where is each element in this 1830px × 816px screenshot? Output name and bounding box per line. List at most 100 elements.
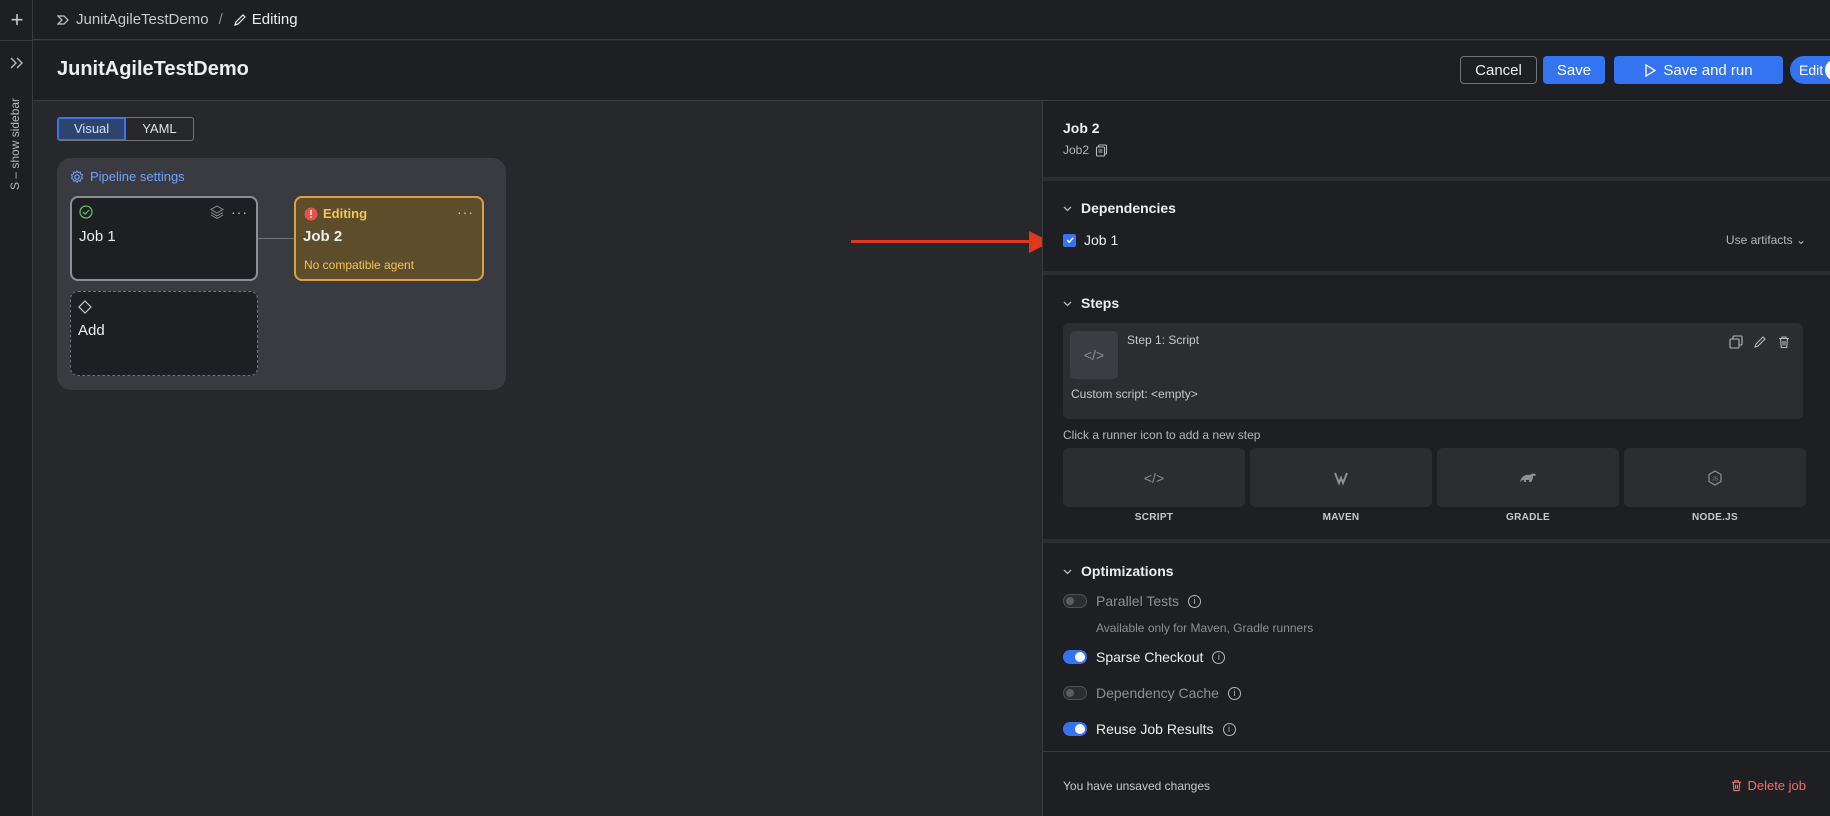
option-parallel-tests: Parallel Tests i — [1063, 593, 1202, 609]
pipeline-settings-label: Pipeline settings — [90, 169, 185, 184]
section-divider — [1043, 539, 1830, 543]
gradle-icon — [1437, 448, 1619, 507]
annotation-arrow-line — [851, 240, 1031, 243]
breadcrumb-project[interactable]: JunitAgileTestDemo — [57, 11, 209, 28]
view-tabs: Visual YAML — [57, 117, 194, 141]
edit-toggle[interactable]: Edit — [1790, 56, 1830, 84]
dependency-label: Job 1 — [1084, 232, 1119, 248]
step-title: Step 1: Script — [1127, 333, 1200, 347]
page-title: JunitAgileTestDemo — [57, 58, 249, 80]
duplicate-icon[interactable] — [1729, 335, 1743, 349]
tab-visual[interactable]: Visual — [58, 118, 127, 140]
breadcrumb-current-label: Editing — [251, 11, 298, 28]
reuse-job-results-toggle[interactable] — [1063, 722, 1087, 736]
more-icon[interactable]: ··· — [457, 204, 474, 220]
code-icon: </> — [1063, 448, 1245, 507]
info-icon[interactable]: i — [1212, 650, 1226, 664]
show-sidebar-label[interactable]: S – show sidebar — [8, 90, 24, 190]
delete-job-label: Delete job — [1747, 778, 1806, 793]
dependency-cache-toggle[interactable] — [1063, 686, 1087, 700]
dependency-checkbox[interactable] — [1063, 233, 1076, 247]
layers-icon[interactable] — [210, 205, 224, 219]
runner-label: SCRIPT — [1134, 512, 1174, 523]
job-warning-text: No compatible agent — [304, 258, 415, 272]
step-card[interactable]: </> Step 1: Script Custom script: <empty… — [1063, 323, 1803, 419]
sparse-checkout-toggle[interactable] — [1063, 650, 1087, 664]
option-dependency-cache: Dependency Cache i — [1063, 685, 1241, 701]
runner-label: MAVEN — [1322, 512, 1360, 523]
add-job-card[interactable]: Add — [70, 291, 258, 376]
play-icon — [1645, 63, 1657, 77]
add-step-hint: Click a runner icon to add a new step — [1063, 428, 1261, 442]
pencil-icon[interactable] — [1753, 335, 1767, 349]
more-icon[interactable]: ··· — [231, 204, 248, 220]
use-artifacts-dropdown[interactable]: Use artifacts ⌄ — [1726, 233, 1806, 247]
pipeline-icon — [57, 14, 69, 25]
runner-maven[interactable]: MAVEN — [1250, 448, 1432, 523]
info-icon[interactable]: i — [1188, 594, 1202, 608]
expand-sidebar-icon[interactable] — [7, 53, 27, 73]
nodejs-icon: JS — [1624, 448, 1806, 507]
add-job-label: Add — [78, 322, 105, 339]
save-and-run-label: Save and run — [1663, 61, 1753, 79]
cancel-button[interactable]: Cancel — [1460, 56, 1537, 84]
top-bar: JunitAgileTestDemo / Editing — [33, 0, 1830, 40]
chevron-down-icon: ⌄ — [1795, 233, 1806, 247]
parallel-tests-toggle[interactable] — [1063, 594, 1087, 608]
pipeline-box: Pipeline settings ··· Job 1 Editing ··· … — [57, 158, 506, 390]
runner-script[interactable]: </> SCRIPT — [1063, 448, 1245, 523]
chevron-down-icon — [1063, 206, 1072, 211]
diamond-icon — [78, 300, 92, 314]
job-name: Job 1 — [79, 228, 116, 245]
use-artifacts-label: Use artifacts — [1725, 233, 1793, 247]
unsaved-changes-text: You have unsaved changes — [1063, 779, 1211, 793]
dependencies-title: Dependencies — [1081, 200, 1176, 216]
panel-job-id: Job2 — [1063, 143, 1108, 157]
tab-yaml[interactable]: YAML — [126, 118, 192, 140]
optimizations-header[interactable]: Optimizations — [1063, 563, 1174, 579]
error-icon — [304, 207, 318, 220]
code-icon: </> — [1070, 331, 1118, 379]
panel-footer: You have unsaved changes Delete job — [1043, 751, 1830, 816]
save-and-run-button[interactable]: Save and run — [1614, 56, 1783, 84]
breadcrumb-current: Editing — [233, 11, 298, 28]
trash-icon[interactable] — [1777, 335, 1791, 349]
plus-icon[interactable]: + — [8, 8, 26, 32]
dependency-item[interactable]: Job 1 — [1063, 232, 1118, 248]
step-description: Custom script: <empty> — [1071, 387, 1198, 401]
delete-job-button[interactable]: Delete job — [1730, 778, 1806, 793]
option-label: Dependency Cache — [1096, 685, 1219, 701]
job-card-job2[interactable]: Editing ··· Job 2 No compatible agent — [294, 196, 484, 281]
runner-list: </> SCRIPT MAVEN GRADLE JS NODE.JS — [1063, 448, 1806, 523]
breadcrumb-project-label: JunitAgileTestDemo — [76, 11, 209, 28]
option-label: Sparse Checkout — [1096, 649, 1204, 665]
info-icon[interactable]: i — [1222, 722, 1236, 736]
info-icon[interactable]: i — [1227, 686, 1241, 700]
left-rail: + S – show sidebar — [0, 0, 33, 816]
job-name: Job 2 — [303, 228, 343, 245]
check-circle-icon — [79, 205, 93, 219]
job-card-job1[interactable]: ··· Job 1 — [70, 196, 258, 281]
step-actions — [1729, 335, 1791, 349]
pipeline-settings-link[interactable]: Pipeline settings — [70, 169, 185, 184]
runner-label: GRADLE — [1505, 512, 1551, 523]
job-settings-panel: Job 2 Job2 Dependencies Job 1 Use artifa… — [1042, 101, 1830, 816]
checkmark-icon — [1065, 237, 1074, 244]
save-button[interactable]: Save — [1543, 56, 1605, 84]
job-connector — [258, 238, 294, 239]
chevron-down-icon — [1063, 569, 1072, 574]
option-label: Reuse Job Results — [1096, 721, 1214, 737]
job-status-label: Editing — [323, 206, 368, 221]
runner-label: NODE.JS — [1691, 512, 1738, 523]
steps-header[interactable]: Steps — [1063, 295, 1119, 311]
steps-title: Steps — [1081, 295, 1120, 311]
gear-icon — [70, 169, 84, 183]
edit-toggle-label: Edit — [1799, 62, 1824, 78]
dependencies-header[interactable]: Dependencies — [1063, 200, 1176, 216]
copy-icon[interactable] — [1095, 143, 1108, 157]
runner-nodejs[interactable]: JS NODE.JS — [1624, 448, 1806, 523]
page-header: JunitAgileTestDemo Cancel Save Save and … — [33, 41, 1830, 101]
parallel-tests-note: Available only for Maven, Gradle runners — [1096, 621, 1314, 635]
runner-gradle[interactable]: GRADLE — [1437, 448, 1619, 523]
option-label: Parallel Tests — [1096, 593, 1180, 609]
